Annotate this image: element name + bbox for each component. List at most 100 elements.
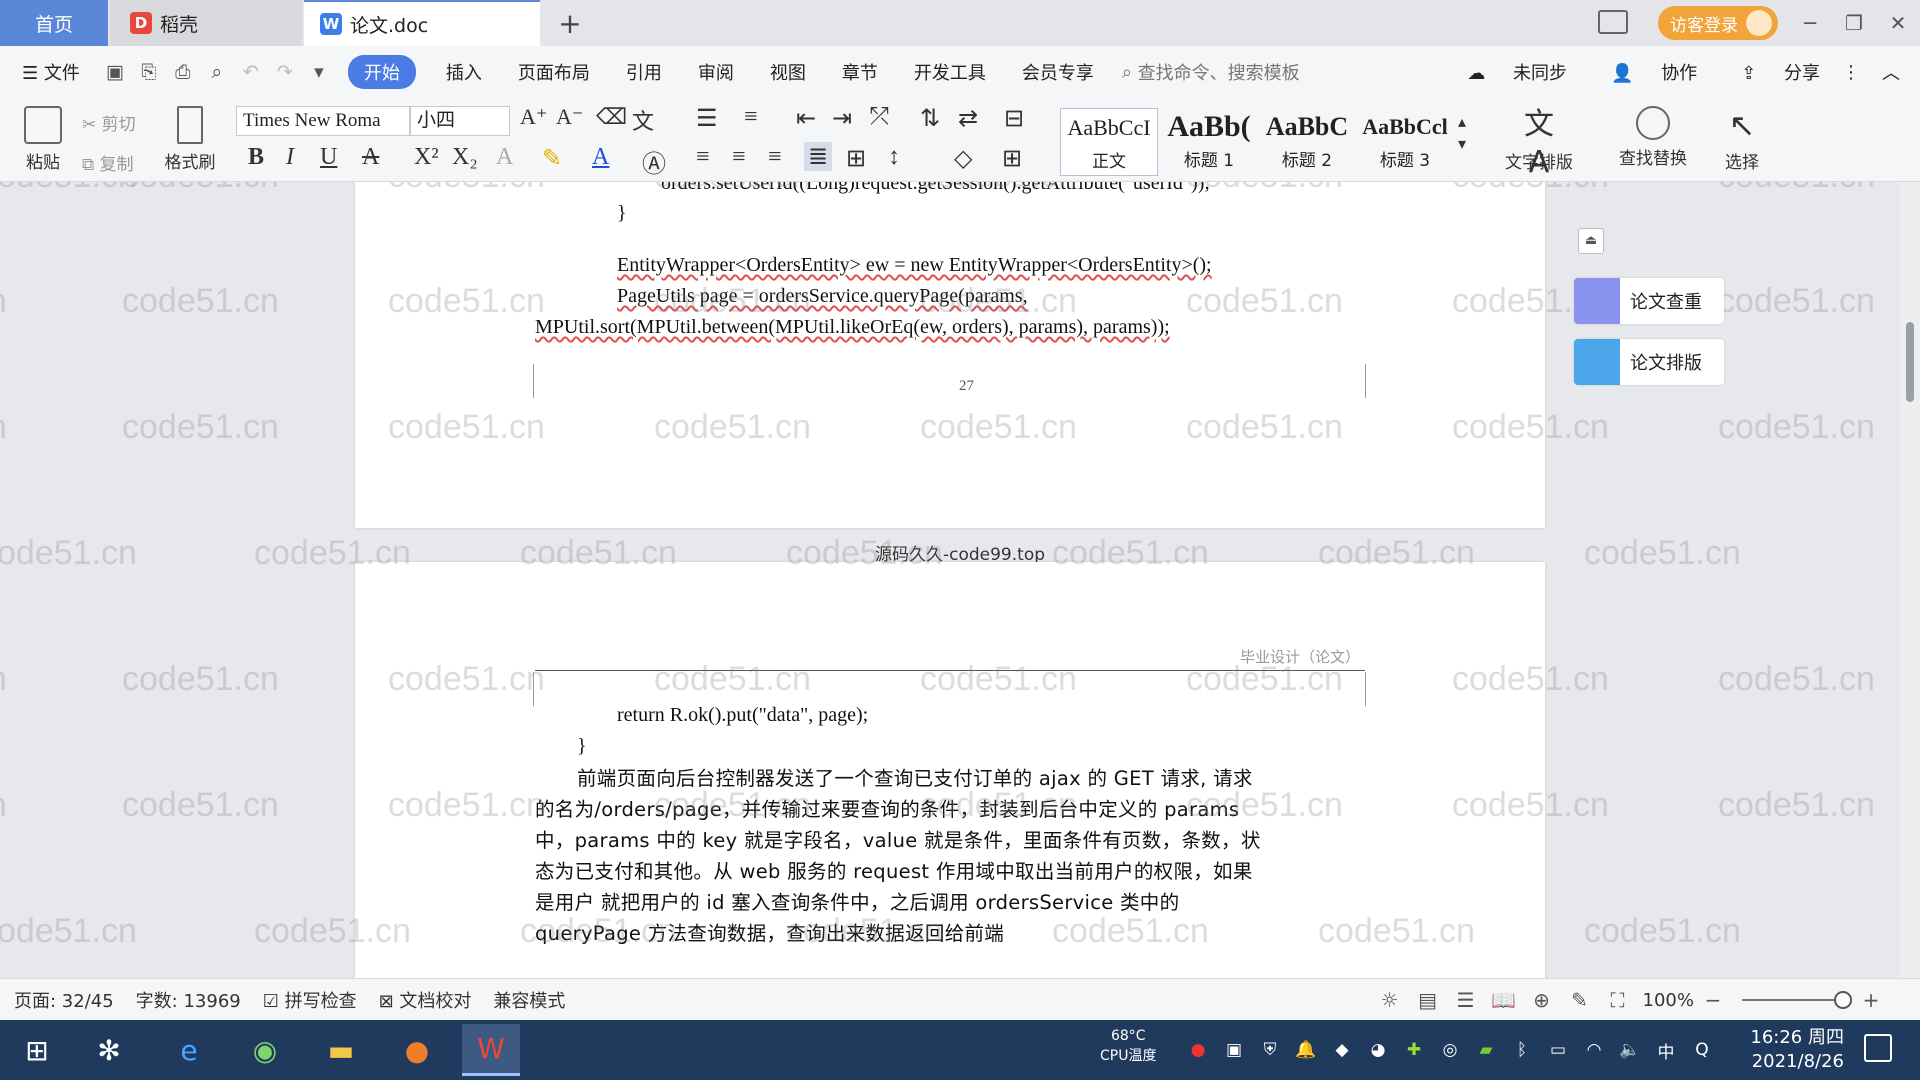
styles-scroll-icon[interactable]: ▴ ▾ bbox=[1458, 112, 1466, 156]
page-indicator[interactable]: 页面: 32/45 bbox=[14, 987, 114, 1013]
pinwheel-app-icon[interactable]: ✻ bbox=[80, 1024, 138, 1076]
tray-network-app-icon[interactable]: ▣ bbox=[1216, 1040, 1252, 1060]
print-preview-icon[interactable]: ⌕ bbox=[200, 61, 234, 83]
sync-button[interactable]: ☁ 未同步 bbox=[1445, 59, 1567, 85]
italic-icon[interactable]: I bbox=[286, 144, 294, 171]
redo-icon[interactable]: ↷ bbox=[268, 61, 302, 83]
new-tab-button[interactable]: + bbox=[540, 0, 600, 46]
justify-icon[interactable]: ≣ bbox=[804, 142, 833, 171]
tab-daoke[interactable]: D 稻壳 bbox=[110, 0, 302, 46]
page-28[interactable]: 毕业设计（论文） return R.ok().put("data", page)… bbox=[355, 562, 1545, 978]
borders-icon[interactable]: ⊞ bbox=[1002, 144, 1022, 173]
360-browser-icon[interactable]: ◉ bbox=[236, 1024, 294, 1076]
tray-nvidia-icon[interactable]: ▰ bbox=[1468, 1040, 1504, 1060]
tray-app-icon[interactable]: ● bbox=[1180, 1040, 1216, 1060]
tray-bell-icon[interactable]: 🔔 bbox=[1288, 1040, 1324, 1060]
tray-battery-icon[interactable]: ▭ bbox=[1540, 1040, 1576, 1060]
highlight-icon[interactable]: ✎ bbox=[542, 144, 562, 173]
tab-document[interactable]: W 论文.doc bbox=[304, 0, 540, 46]
cut-button[interactable]: ✂ 剪切 bbox=[82, 110, 136, 135]
command-search[interactable]: ⌕ 查找命令、搜索模板 bbox=[1122, 59, 1300, 85]
close-icon[interactable]: ✕ bbox=[1876, 11, 1920, 35]
subscript-icon[interactable]: X₂ bbox=[452, 144, 478, 171]
zoom-slider-knob[interactable] bbox=[1834, 991, 1852, 1009]
style-normal[interactable]: AaBbCcI 正文 bbox=[1060, 108, 1158, 176]
zoom-in-icon[interactable]: + bbox=[1852, 988, 1890, 1012]
save-icon[interactable]: ▣ bbox=[98, 61, 132, 83]
output-icon[interactable]: ⎘ bbox=[132, 61, 166, 83]
restore-icon[interactable]: ❐ bbox=[1832, 11, 1876, 35]
grow-font-icon[interactable]: A⁺ bbox=[520, 104, 548, 130]
ime-indicator[interactable]: 中 bbox=[1648, 1038, 1684, 1063]
taskbar-clock[interactable]: 16:26 周四 2021/8/26 bbox=[1740, 1026, 1844, 1074]
vertical-scrollbar[interactable] bbox=[1900, 182, 1920, 978]
tab-references[interactable]: 引用 bbox=[608, 59, 680, 85]
proofread-button[interactable]: ⊠ 文档校对 bbox=[379, 987, 472, 1013]
tab-member[interactable]: 会员专享 bbox=[1004, 59, 1112, 85]
game-app-icon[interactable]: ● bbox=[388, 1024, 446, 1076]
chinese-layout-icon[interactable]: ⤱ bbox=[870, 104, 889, 131]
tab-stops-icon[interactable]: ⊟ bbox=[1004, 104, 1024, 133]
tray-plus-icon[interactable]: ✚ bbox=[1396, 1040, 1432, 1060]
collab-button[interactable]: 👤 协作 bbox=[1589, 59, 1697, 85]
tab-review[interactable]: 审阅 bbox=[680, 59, 752, 85]
style-heading-1[interactable]: AaBb( 标题 1 bbox=[1160, 108, 1258, 176]
share-button[interactable]: ⇪ 分享 bbox=[1719, 59, 1820, 85]
align-right-icon[interactable]: ≡ bbox=[768, 144, 782, 171]
eye-protect-icon[interactable]: ☼ bbox=[1371, 988, 1409, 1012]
tab-insert[interactable]: 插入 bbox=[428, 59, 500, 85]
font-name-select[interactable]: Times New Roma bbox=[236, 106, 410, 136]
minimize-icon[interactable]: ─ bbox=[1788, 11, 1832, 35]
tab-chapter[interactable]: 章节 bbox=[824, 59, 896, 85]
bold-icon[interactable]: B bbox=[248, 144, 264, 171]
find-replace-button[interactable]: 查找替换 bbox=[1608, 106, 1698, 169]
undo-icon[interactable]: ↶ bbox=[234, 61, 268, 83]
file-menu[interactable]: ☰ 文件 bbox=[0, 59, 98, 85]
bullet-list-icon[interactable]: ☰ bbox=[696, 104, 718, 133]
underline-icon[interactable]: U bbox=[320, 144, 337, 171]
fit-page-icon[interactable]: ⛶ bbox=[1599, 988, 1637, 1012]
distributed-icon[interactable]: ⊞ bbox=[846, 144, 866, 173]
wps-app-icon[interactable]: W bbox=[462, 1024, 520, 1076]
tray-qq-icon[interactable]: ◕ bbox=[1360, 1040, 1396, 1060]
sort-icon[interactable]: ⇅ bbox=[920, 104, 940, 133]
tray-search-icon[interactable]: Q bbox=[1684, 1040, 1720, 1060]
tray-game-icon[interactable]: ◆ bbox=[1324, 1040, 1360, 1060]
guest-login-button[interactable]: 访客登录 bbox=[1658, 6, 1778, 40]
increase-indent-icon[interactable]: ⇥ bbox=[832, 104, 852, 133]
file-explorer-icon[interactable]: ▬ bbox=[312, 1024, 370, 1076]
clear-format-icon[interactable]: ⌫ bbox=[596, 104, 627, 130]
zoom-level[interactable]: 100% bbox=[1643, 990, 1694, 1011]
text-effect-icon[interactable]: A bbox=[496, 144, 513, 171]
spell-check-button[interactable]: ☑ 拼写检查 bbox=[263, 987, 357, 1013]
copy-button[interactable]: ⧉ 复制 bbox=[82, 150, 134, 175]
tab-home[interactable]: 首页 bbox=[0, 0, 108, 46]
panel-collapse-icon[interactable]: ⏏ bbox=[1578, 228, 1604, 254]
tab-start[interactable]: 开始 bbox=[347, 55, 416, 89]
tab-view[interactable]: 视图 bbox=[752, 59, 824, 85]
zoom-out-icon[interactable]: − bbox=[1694, 988, 1732, 1012]
align-center-icon[interactable]: ≡ bbox=[732, 144, 746, 171]
style-heading-3[interactable]: AaBbCcl 标题 3 bbox=[1356, 108, 1454, 176]
write-view-icon[interactable]: ✎ bbox=[1561, 988, 1599, 1012]
shading-icon[interactable]: ◇ bbox=[954, 144, 972, 173]
font-color-icon[interactable]: A bbox=[592, 144, 609, 171]
font-size-select[interactable]: 小四 bbox=[410, 106, 510, 136]
read-view-icon[interactable]: 📖 bbox=[1485, 988, 1523, 1012]
word-count[interactable]: 字数: 13969 bbox=[136, 987, 241, 1013]
document-area[interactable]: orders.setUserId((Long)request.getSessio… bbox=[0, 182, 1920, 978]
select-button[interactable]: ↖ 选择 bbox=[1712, 106, 1772, 173]
layout-toggle-icon[interactable] bbox=[1598, 10, 1628, 34]
style-heading-2[interactable]: AaBbC 标题 2 bbox=[1258, 108, 1356, 176]
paper-format-button[interactable]: 论文排版 bbox=[1574, 339, 1724, 385]
phonetic-icon[interactable]: 文 bbox=[632, 104, 654, 136]
tray-shield-icon[interactable]: ⛨ bbox=[1252, 1040, 1288, 1060]
decrease-indent-icon[interactable]: ⇤ bbox=[796, 104, 816, 133]
format-painter-button[interactable]: 格式刷 bbox=[160, 106, 220, 173]
char-border-icon[interactable]: Ⓐ bbox=[642, 144, 666, 179]
text-layout-button[interactable]: 文A 文字排版 bbox=[1494, 106, 1584, 180]
scrollbar-thumb[interactable] bbox=[1906, 322, 1914, 402]
notification-center-icon[interactable] bbox=[1864, 1034, 1892, 1062]
paper-check-button[interactable]: 论文查重 bbox=[1574, 278, 1724, 324]
tray-volume-icon[interactable]: 🔈 bbox=[1612, 1040, 1648, 1060]
